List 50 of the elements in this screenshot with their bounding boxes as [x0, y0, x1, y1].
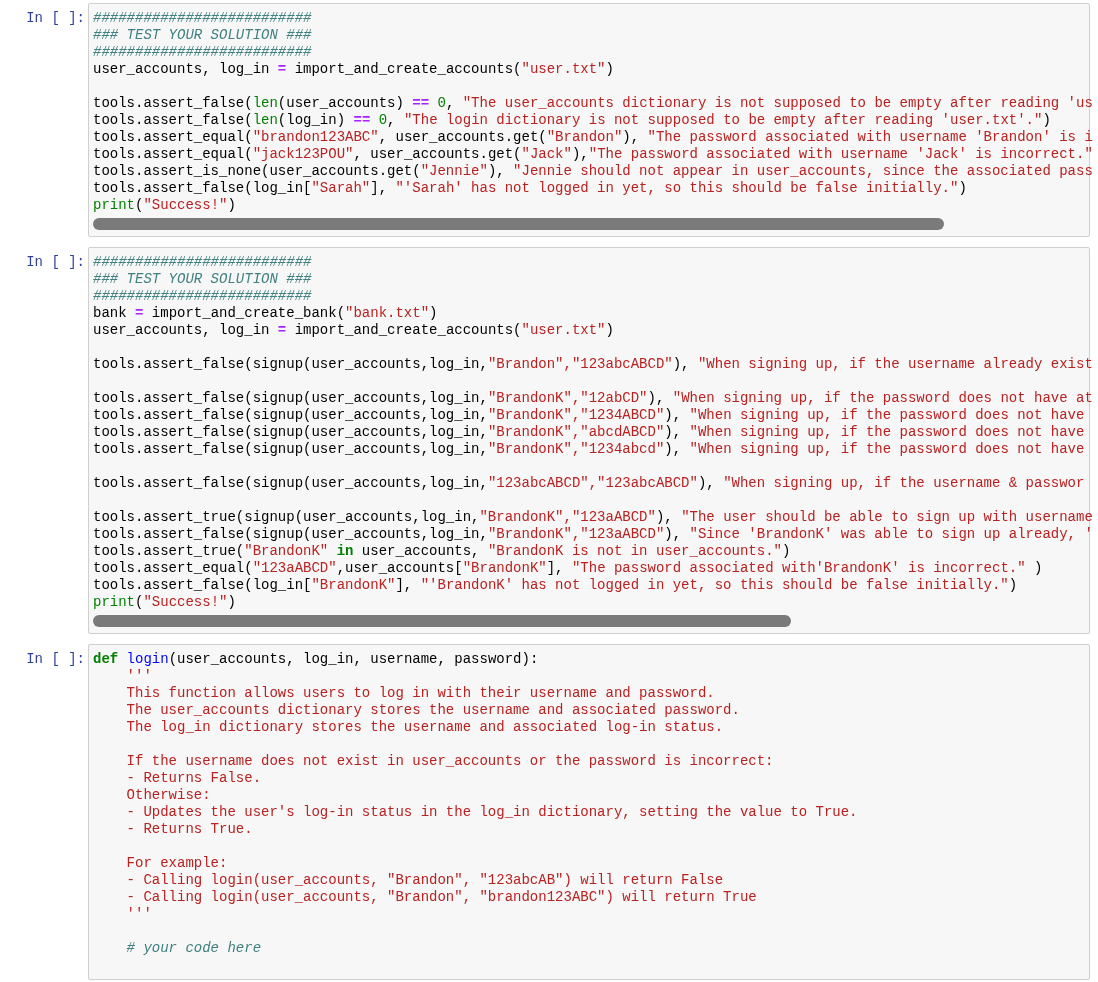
code-line: ##########################: [93, 10, 312, 27]
code-line: tools.assert_false(signup(user_accounts,log_in,"123abcABCD","123abcABCD"), "When signing up, if the username & passwor: [93, 475, 1085, 492]
code-line: tools.assert_false(signup(user_accounts,log_in,"Brandon","123abcABCD"), "When signing up, if the username already exist: [93, 356, 1093, 373]
code-line: - Calling login(user_accounts, "Brandon", "123abcAB") will return False: [125, 872, 724, 889]
code-line: user_accounts, log_in = import_and_create_accounts("user.txt"): [93, 61, 614, 78]
code-cell[interactable]: [88, 247, 1090, 634]
code-line: ##########################: [93, 254, 312, 271]
code-line: ##########################: [93, 288, 312, 305]
code-line: tools.assert_equal("jack123POU", user_accounts.get("Jack"),"The password associated with username 'Jack' is incorrect.": [93, 146, 1093, 163]
code-line: tools.assert_is_none(user_accounts.get("Jennie"), "Jennie should not appear in user_accounts, since the associated pass: [93, 163, 1093, 180]
code-line: For example:: [125, 855, 228, 872]
code-line: tools.assert_false(signup(user_accounts,log_in,"BrandonK","12abCD"), "When signing up, if the password does not have at: [93, 390, 1093, 407]
scrollbar-thumb[interactable]: [93, 615, 791, 627]
code-line: tools.assert_true(signup(user_accounts,log_in,"BrandonK","123aABCD"), "The user should be able to sign up with username: [93, 509, 1093, 526]
code-line: ##########################: [93, 44, 312, 61]
code-line: ### TEST YOUR SOLUTION ###: [93, 271, 312, 288]
code-line: print("Success!"): [93, 197, 236, 214]
code-line: ''': [125, 668, 152, 685]
code-line: bank = import_and_create_bank("bank.txt"): [93, 305, 438, 322]
code-line: user_accounts, log_in = import_and_create_accounts("user.txt"): [93, 322, 614, 339]
code-line: tools.assert_false(len(log_in) == 0, "The login dictionary is not supposed to be empty after reading 'user.txt'."): [93, 112, 1051, 129]
code-line: tools.assert_equal("123aABCD",user_accounts["BrandonK"], "The password associated with'BrandonK' is incorrect." ): [93, 560, 1043, 577]
input-prompt: In [ ]:: [26, 10, 85, 27]
code-line: - Calling login(user_accounts, "Brandon", "brandon123ABC") will return True: [125, 889, 757, 906]
code-line: This function allows users to log in with their username and password.: [125, 685, 715, 702]
code-line: If the username does not exist in user_accounts or the password is incorrect:: [125, 753, 774, 770]
code-line: tools.assert_false(signup(user_accounts,log_in,"BrandonK","123aABCD"), "Since 'BrandonK' was able to sign up already, ': [93, 526, 1093, 543]
input-prompt: In [ ]:: [26, 254, 85, 271]
code-line: Otherwise:: [125, 787, 211, 804]
code-line: tools.assert_false(signup(user_accounts,log_in,"BrandonK","1234abcd"), "When signing up, if the password does not have: [93, 441, 1085, 458]
code-line: ''': [125, 906, 152, 923]
input-prompt: In [ ]:: [26, 651, 85, 668]
code-line: tools.assert_equal("brandon123ABC", user_accounts.get("Brandon"), "The password associated with username 'Brandon' is i: [93, 129, 1093, 146]
code-line: - Returns True.: [125, 821, 253, 838]
code-cell[interactable]: [88, 644, 1090, 980]
code-line: # your code here: [125, 940, 262, 957]
code-line: tools.assert_false(log_in["Sarah"], "'Sarah' has not logged in yet, so this should be false initially."): [93, 180, 967, 197]
code-line: The user_accounts dictionary stores the username and associated password.: [125, 702, 740, 719]
code-line: The log_in dictionary stores the username and associated log-in status.: [125, 719, 724, 736]
code-line: tools.assert_false(len(user_accounts) == 0, "The user_accounts dictionary is not supposed to be empty after reading 'us: [93, 95, 1093, 112]
scrollbar-thumb[interactable]: [93, 218, 944, 230]
code-line: tools.assert_false(signup(user_accounts,log_in,"BrandonK","1234ABCD"), "When signing up, if the password does not have: [93, 407, 1085, 424]
code-line: - Returns False.: [125, 770, 262, 787]
code-line: def login(user_accounts, log_in, username, password):: [93, 651, 539, 668]
code-line: tools.assert_false(signup(user_accounts,log_in,"BrandonK","abcdABCD"), "When signing up, if the password does not have: [93, 424, 1085, 441]
code-line: tools.assert_true("BrandonK" in user_accounts, "BrandonK is not in user_accounts."): [93, 543, 791, 560]
code-line: print("Success!"): [93, 594, 236, 611]
code-line: tools.assert_false(log_in["BrandonK"], "'BrandonK' has not logged in yet, so this should be false initially."): [93, 577, 1018, 594]
code-line: - Updates the user's log-in status in the log_in dictionary, setting the value to True.: [125, 804, 858, 821]
code-line: ### TEST YOUR SOLUTION ###: [93, 27, 312, 44]
